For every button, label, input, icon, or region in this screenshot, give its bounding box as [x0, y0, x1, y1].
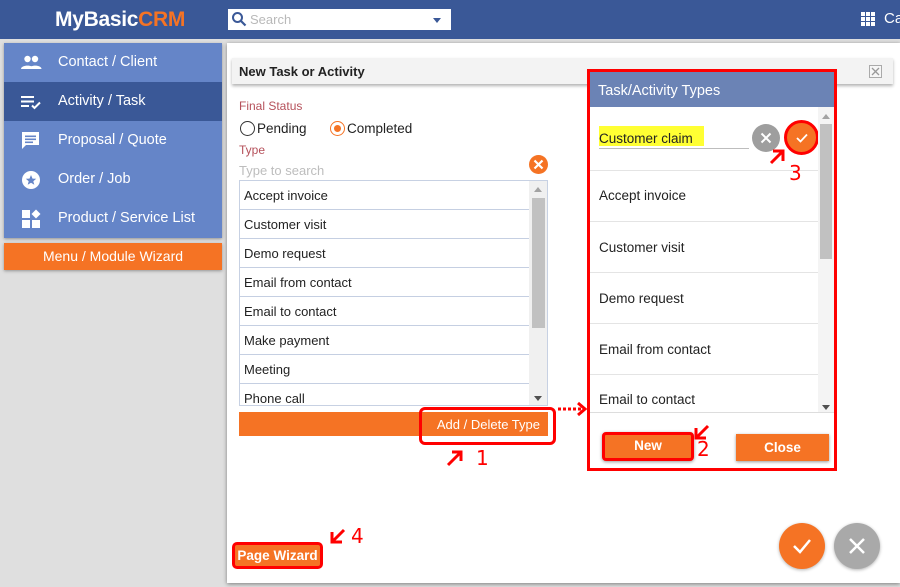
annotation-arrow-icon	[446, 450, 463, 467]
sidebar-item-product-service-list[interactable]: Product / Service List	[4, 199, 222, 238]
list-item[interactable]: Demo request	[240, 239, 530, 268]
star-circle-icon	[22, 171, 40, 189]
list-item[interactable]: Customer visit	[240, 210, 530, 239]
modal-title: Task/Activity Types	[590, 72, 834, 107]
close-icon	[760, 132, 772, 144]
modal-type-list: Accept invoice Customer visit Demo reque…	[590, 107, 834, 413]
modal-list-scrollbar[interactable]	[818, 107, 834, 412]
list-item-label: Demo request	[599, 291, 684, 306]
type-list: Accept invoice Customer visit Demo reque…	[239, 180, 548, 406]
check-icon	[793, 539, 811, 554]
radio-unchecked-icon	[240, 121, 255, 136]
checklist-icon	[21, 96, 41, 110]
scroll-down-arrow-icon[interactable]	[534, 396, 542, 401]
search-input[interactable]	[250, 10, 425, 29]
save-fab-button[interactable]	[779, 523, 825, 569]
type-list-scrollbar[interactable]	[529, 181, 547, 405]
top-bar: MyBasicCRM Ca	[0, 0, 900, 39]
sidebar-nav: Contact / Client Activity / Task Proposa…	[4, 43, 222, 238]
list-item[interactable]: Email from contact	[240, 268, 530, 297]
type-label: Type	[239, 143, 266, 157]
list-item[interactable]: Accept invoice	[240, 181, 530, 210]
user-menu-label[interactable]: Ca	[884, 10, 900, 27]
annotation-number: 2	[697, 437, 710, 461]
list-item-label: Accept invoice	[599, 188, 687, 203]
type-search-input[interactable]	[239, 162, 529, 178]
sidebar-item-label: Proposal / Quote	[58, 132, 167, 148]
sidebar-item-label: Product / Service List	[58, 210, 195, 226]
list-item[interactable]: Meeting	[240, 355, 530, 384]
annotation-number: 1	[476, 446, 489, 470]
annotation-number: 4	[351, 524, 364, 548]
logo-text-crm: CRM	[138, 8, 186, 31]
scrollbar-thumb[interactable]	[532, 198, 545, 328]
apps-grid-icon[interactable]	[861, 12, 875, 26]
radio-label: Completed	[347, 121, 413, 136]
radio-checked-icon	[330, 121, 345, 136]
annotation-highlight-box	[419, 407, 556, 445]
annotation-arrow-icon	[769, 149, 785, 165]
new-type-button[interactable]: New	[602, 432, 694, 461]
list-item[interactable]: Make payment	[240, 326, 530, 355]
check-icon	[796, 133, 808, 143]
list-item-label: Email from contact	[599, 342, 711, 357]
widgets-icon	[22, 209, 41, 228]
app-logo[interactable]: MyBasicCRM	[55, 8, 185, 32]
close-icon	[871, 67, 880, 76]
sidebar-item-label: Order / Job	[58, 171, 131, 187]
cancel-fab-button[interactable]	[834, 523, 880, 569]
final-status-label: Final Status	[239, 99, 303, 113]
sidebar-item-label: Contact / Client	[58, 54, 158, 70]
comment-icon	[22, 132, 39, 149]
list-item[interactable]: Accept invoice	[590, 171, 818, 222]
scrollbar-thumb[interactable]	[820, 124, 832, 259]
list-item[interactable]: Demo request	[590, 273, 818, 324]
logo-text-mybasic: MyBasic	[55, 8, 139, 31]
sidebar-item-label: Activity / Task	[58, 93, 146, 109]
annotation-dotted-arrow-icon	[558, 401, 588, 417]
close-icon	[533, 159, 544, 170]
list-item-label: Customer visit	[599, 240, 685, 255]
annotation-number: 3	[789, 161, 802, 185]
sidebar-item-activity-task[interactable]: Activity / Task	[4, 82, 222, 121]
sidebar-item-proposal-quote[interactable]: Proposal / Quote	[4, 121, 222, 160]
dialog-title: New Task or Activity	[239, 64, 365, 79]
task-activity-types-modal: Task/Activity Types Accept invoice Custo…	[587, 69, 837, 471]
new-type-input[interactable]	[599, 127, 749, 149]
confirm-new-type-button[interactable]	[784, 120, 819, 155]
sidebar-item-contact-client[interactable]: Contact / Client	[4, 43, 222, 82]
list-item[interactable]: Phone call	[240, 384, 530, 405]
close-icon	[849, 538, 865, 554]
scroll-up-arrow-icon[interactable]	[534, 187, 542, 192]
sidebar-item-order-job[interactable]: Order / Job	[4, 160, 222, 199]
menu-module-wizard-button[interactable]: Menu / Module Wizard	[4, 243, 222, 270]
list-item[interactable]: Email to contact	[590, 375, 818, 412]
list-item-label: Email to contact	[599, 392, 696, 407]
annotation-arrow-icon	[330, 528, 346, 544]
radio-label: Pending	[257, 121, 307, 136]
clear-search-button[interactable]	[529, 155, 548, 174]
search-icon	[232, 12, 247, 27]
search-dropdown-caret-icon[interactable]	[433, 18, 441, 23]
scroll-up-arrow-icon[interactable]	[822, 114, 830, 119]
list-item[interactable]: Email from contact	[590, 324, 818, 375]
dialog-close-button[interactable]	[869, 65, 882, 78]
search-box[interactable]	[228, 9, 451, 30]
scroll-down-arrow-icon[interactable]	[822, 405, 830, 410]
page-wizard-button[interactable]: Page Wizard	[232, 542, 323, 569]
list-item[interactable]: Email to contact	[240, 297, 530, 326]
close-modal-button[interactable]: Close	[736, 434, 829, 461]
list-item[interactable]: Customer visit	[590, 222, 818, 273]
people-icon	[21, 55, 42, 69]
